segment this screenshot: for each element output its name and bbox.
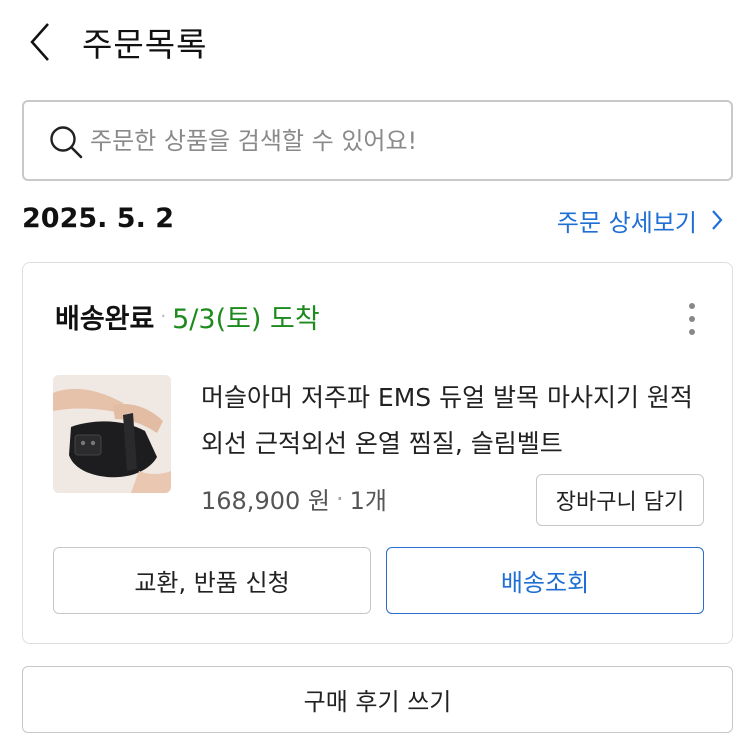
status-label: 배송완료 (55, 304, 155, 335)
add-to-cart-button[interactable]: 장바구니 담기 (536, 474, 704, 526)
search-box[interactable] (22, 100, 733, 181)
more-dot-icon (689, 329, 695, 335)
page-title: 주문목록 (82, 25, 208, 64)
status-separator: · (160, 306, 167, 327)
chevron-left-icon (30, 23, 49, 61)
arrival-date: 5/3(토) 도착 (172, 304, 320, 335)
order-detail-label: 주문 상세보기 (556, 208, 697, 237)
chevron-right-icon (712, 210, 723, 230)
delivery-status: 배송완료 · 5/3(토) 도착 (55, 297, 320, 336)
ankle-massager-image (53, 375, 171, 493)
app-header: 주문목록 (0, 0, 755, 90)
price-separator: · (335, 484, 344, 513)
exchange-return-button[interactable]: 교환, 반품 신청 (53, 547, 371, 614)
track-delivery-button[interactable]: 배송조회 (386, 547, 704, 614)
order-date: 2025. 5. 2 (22, 203, 175, 234)
order-detail-link[interactable]: 주문 상세보기 (557, 203, 723, 237)
more-dot-icon (689, 303, 695, 309)
product-quantity: 1개 (349, 487, 387, 515)
product-price: 168,900 원 (201, 487, 330, 515)
more-dot-icon (689, 316, 695, 322)
more-options-button[interactable] (682, 299, 702, 339)
search-icon (50, 126, 83, 159)
order-card: 배송완료 · 5/3(토) 도착 머슬아머 저주파 EMS 듀얼 발목 마사지기… (22, 262, 733, 644)
price-row: 168,900 원 · 1개 (201, 481, 387, 516)
write-review-button[interactable]: 구매 후기 쓰기 (22, 666, 733, 733)
product-thumbnail[interactable] (53, 375, 171, 493)
product-name[interactable]: 머슬아머 저주파 EMS 듀얼 발목 마사지기 원적외선 근적외선 온열 찜질,… (201, 375, 701, 467)
back-button[interactable] (22, 20, 62, 64)
search-input[interactable] (90, 120, 710, 162)
